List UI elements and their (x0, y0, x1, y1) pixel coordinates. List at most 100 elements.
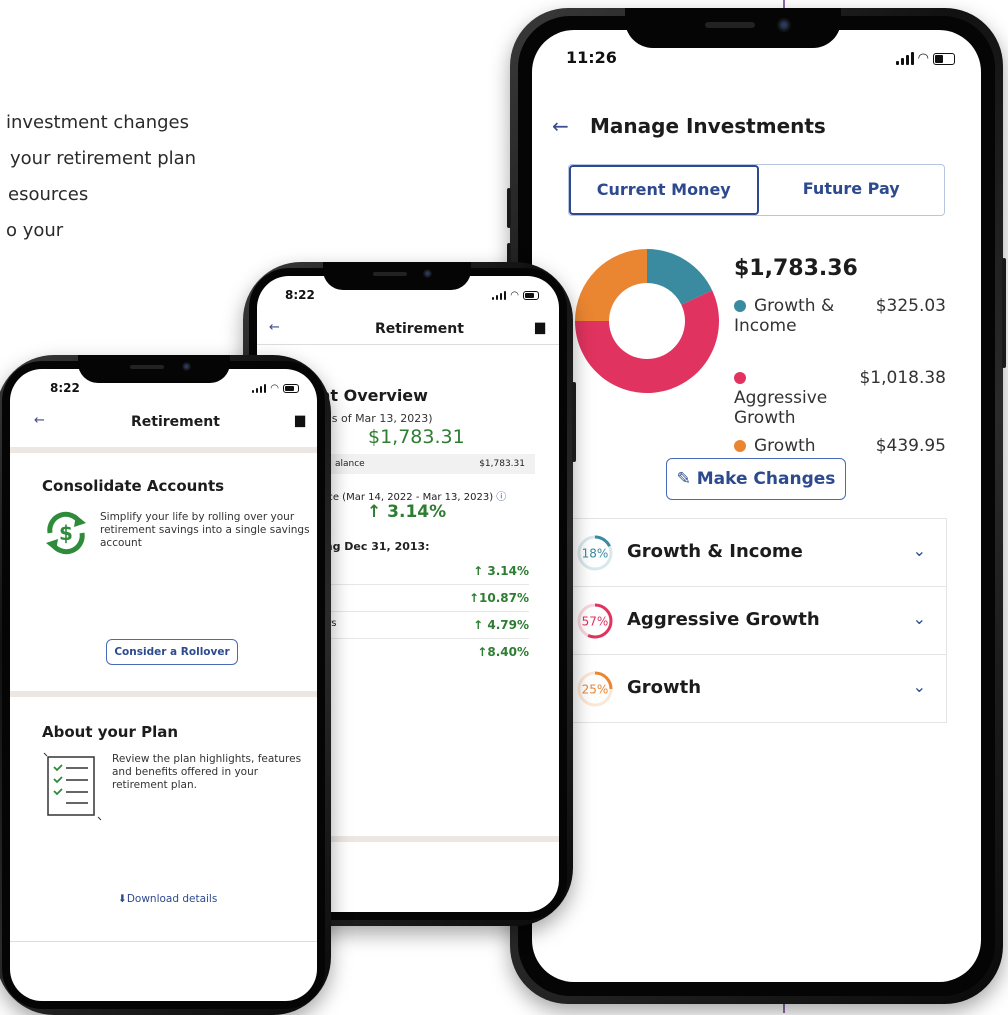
phone-manage-investments: 11:26 ◠ ← Manage Investments Current Mon… (507, 8, 1006, 1004)
performance-value-text: 3.14% (387, 502, 447, 522)
return-row: ↑ 3.14% (321, 558, 529, 585)
phone-side-button (1002, 258, 1006, 368)
arrow-up-icon: ↑ (367, 502, 382, 522)
feature-line-1: investment changes (6, 112, 189, 133)
info-icon[interactable]: ⓘ (496, 492, 506, 503)
accordion-aggressive-growth[interactable]: 57% Aggressive Growth ⌄ (571, 587, 946, 655)
checklist-icon (43, 752, 102, 821)
percent-ring-icon: 25% (577, 671, 613, 707)
phone-notch (625, 8, 841, 48)
download-details-link[interactable]: ⬇Download details (118, 893, 217, 905)
allocation-donut-chart (575, 249, 719, 393)
accordion-growth-income[interactable]: 18% Growth & Income ⌄ (571, 519, 946, 587)
feature-line-2: your retirement plan (10, 148, 197, 169)
status-time: 11:26 (566, 48, 617, 67)
return-value-text: 4.79% (487, 618, 529, 632)
return-value-text: 3.14% (487, 564, 529, 578)
battery-icon (283, 384, 299, 393)
return-value-text: 8.40% (487, 645, 529, 659)
phone-side-button (507, 188, 511, 228)
phone-retirement-home: 8:22 ◠ ← Retirement ▆ Consolidate Accoun… (0, 355, 331, 1015)
battery-icon (933, 52, 955, 65)
consolidate-title: Consolidate Accounts (42, 477, 225, 495)
returns-list: ↑ 3.14% ↑10.87% ars↑ 4.79% s↑8.40% (321, 558, 529, 665)
download-link-label: Download details (126, 893, 218, 905)
status-icons: ◠ (895, 51, 955, 66)
legend-dot (734, 372, 746, 384)
investments-screen: 11:26 ◠ ← Manage Investments Current Mon… (532, 30, 981, 982)
consider-rollover-button[interactable]: Consider a Rollover (106, 639, 238, 665)
performance-label: nce (Mar 14, 2022 - Mar 13, 2023) ⓘ (321, 488, 506, 503)
legend-label: Growth & (754, 296, 835, 316)
battery-icon (523, 291, 539, 300)
phone-notch (323, 262, 471, 290)
back-arrow-icon[interactable]: ← (34, 413, 45, 428)
make-changes-label: Make Changes (696, 469, 836, 489)
return-value: ↑ 4.79% (473, 618, 529, 632)
ring-percent-label: 57% (582, 615, 609, 629)
wifi-icon: ◠ (510, 290, 519, 301)
legend-dot (734, 300, 746, 312)
return-value: ↑10.87% (468, 591, 529, 605)
legend-dot (734, 440, 746, 452)
balance-value: $1,783.31 (368, 426, 465, 448)
legend-label: Growth (754, 436, 816, 456)
wifi-icon: ◠ (917, 51, 929, 66)
percent-ring-icon: 18% (577, 535, 613, 571)
chat-icon[interactable]: ▆ (295, 413, 305, 428)
legend-label-cont: Growth (734, 408, 796, 428)
chevron-down-icon[interactable]: ⌄ (913, 541, 926, 560)
page-title: Retirement (375, 321, 464, 337)
allocation-accordion: 18% Growth & Income ⌄ 57% Aggressive Gro… (570, 518, 947, 723)
legend-label-cont: Income (734, 316, 797, 336)
page-title: Retirement (131, 414, 220, 430)
return-row: ↑10.87% (321, 585, 529, 612)
retirement-home-screen: 8:22 ◠ ← Retirement ▆ Consolidate Accoun… (10, 369, 317, 1001)
tab-current-money[interactable]: Current Money (569, 165, 759, 215)
ring-percent-label: 18% (582, 547, 609, 561)
background-feature-list: investment changes your retirement plan … (0, 105, 260, 249)
legend-amount: $439.95 (875, 436, 946, 456)
percent-ring-icon: 57% (577, 603, 613, 639)
money-tabs: Current Money Future Pay (568, 164, 945, 216)
return-row: ars↑ 4.79% (321, 612, 529, 639)
back-arrow-icon[interactable]: ← (269, 320, 280, 335)
page-title: Manage Investments (590, 114, 826, 138)
wifi-icon: ◠ (270, 383, 279, 394)
section-title: nt Overview (319, 386, 428, 405)
chevron-down-icon[interactable]: ⌄ (913, 677, 926, 696)
plan-title: About your Plan (42, 723, 179, 741)
accordion-label: Aggressive Growth (627, 609, 820, 630)
status-time: 8:22 (285, 288, 315, 302)
accordion-growth[interactable]: 25% Growth ⌄ (571, 655, 946, 722)
status-icons: ◠ (492, 290, 539, 301)
signal-icon (252, 384, 267, 393)
chat-icon[interactable]: ▆ (535, 320, 545, 335)
balance-asof: as of Mar 13, 2023) (325, 412, 433, 425)
tab-future-pay[interactable]: Future Pay (759, 165, 945, 215)
allocation-legend: Growth & Income $325.03 Aggressive Growt… (734, 296, 946, 464)
feature-line-3: esources (8, 184, 89, 205)
legend-amount: $1,018.38 (859, 368, 946, 388)
back-arrow-icon[interactable]: ← (552, 114, 569, 138)
accordion-label: Growth & Income (627, 541, 803, 562)
status-time: 8:22 (50, 381, 80, 395)
return-value: ↑ 3.14% (473, 564, 529, 578)
total-balance: $1,783.36 (734, 256, 858, 281)
return-row: s↑8.40% (321, 639, 529, 665)
performance-value: ↑ 3.14% (367, 502, 446, 522)
balance-row: alance $1,783.31 (321, 454, 535, 474)
status-icons: ◠ (252, 383, 299, 394)
consolidate-text: Simplify your life by rolling over your … (100, 511, 310, 549)
plan-text: Review the plan highlights, features and… (112, 753, 302, 791)
pencil-icon: ✎ (676, 469, 691, 489)
balance-row-value: $1,783.31 (479, 459, 525, 469)
make-changes-button[interactable]: ✎ Make Changes (666, 458, 846, 500)
svg-text:$: $ (59, 521, 73, 545)
return-value: ↑8.40% (477, 645, 529, 659)
chevron-down-icon[interactable]: ⌄ (913, 609, 926, 628)
phone-notch (78, 355, 230, 383)
accordion-label: Growth (627, 677, 702, 698)
legend-label: Aggressive (734, 388, 828, 408)
ring-percent-label: 25% (582, 683, 609, 697)
